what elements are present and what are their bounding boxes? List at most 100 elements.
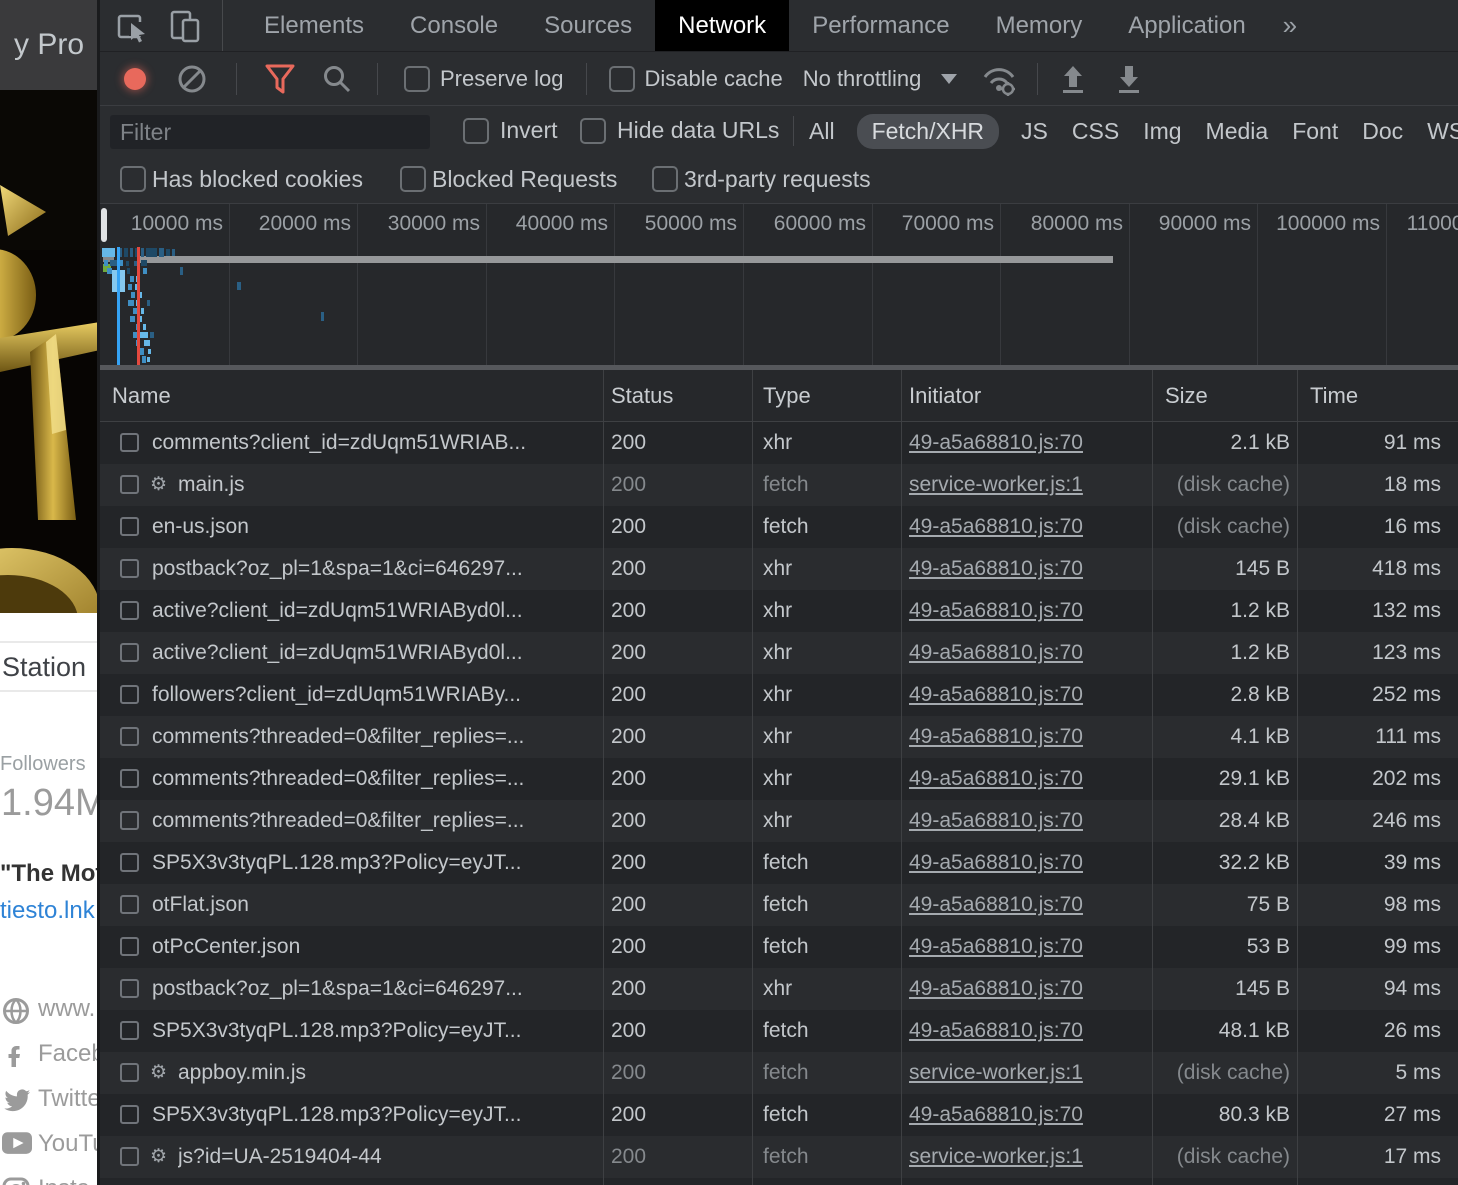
row-checkbox[interactable] bbox=[120, 475, 139, 494]
record-button[interactable] bbox=[124, 68, 146, 90]
invert-checkbox[interactable] bbox=[463, 118, 489, 144]
more-tabs-button[interactable]: » bbox=[1269, 0, 1311, 51]
request-type: fetch bbox=[763, 1094, 809, 1136]
request-name: comments?client_id=zdUqm51WRIAB... bbox=[152, 422, 526, 464]
request-status: 200 bbox=[611, 716, 646, 758]
row-checkbox[interactable] bbox=[120, 895, 139, 914]
row-checkbox[interactable] bbox=[120, 601, 139, 620]
tab-sources[interactable]: Sources bbox=[521, 0, 655, 51]
table-row[interactable]: postback?oz_pl=1&spa=1&ci=646297...200xh… bbox=[100, 548, 1458, 590]
overview-request-bar bbox=[141, 308, 144, 314]
blocked-requests-checkbox[interactable] bbox=[400, 166, 426, 192]
tab-application[interactable]: Application bbox=[1105, 0, 1268, 51]
row-checkbox[interactable] bbox=[120, 559, 139, 578]
column-header-name[interactable]: Name bbox=[112, 370, 171, 422]
column-header-initiator[interactable]: Initiator bbox=[909, 370, 981, 422]
overview-request-bar bbox=[148, 349, 151, 354]
request-time: 111 ms bbox=[1300, 716, 1441, 758]
row-checkbox[interactable] bbox=[120, 433, 139, 452]
overview-tick-label: 30000 ms bbox=[360, 212, 480, 236]
request-status: 200 bbox=[611, 926, 646, 968]
tab-network[interactable]: Network bbox=[655, 0, 789, 51]
filter-type-fetch-xhr[interactable]: Fetch/XHR bbox=[857, 114, 999, 149]
request-time: 17 ms bbox=[1300, 1136, 1441, 1178]
table-row[interactable]: SP5X3v3tyqPL.128.mp3?Policy=eyJT...200fe… bbox=[100, 842, 1458, 884]
import-har-icon[interactable] bbox=[1058, 63, 1088, 95]
disable-cache-checkbox[interactable] bbox=[609, 66, 635, 92]
table-row[interactable]: en-us.json200fetch49-a5a68810.js:70(disk… bbox=[100, 506, 1458, 548]
table-row[interactable]: ⚙main.js200fetchservice-worker.js:1(disk… bbox=[100, 464, 1458, 506]
row-checkbox[interactable] bbox=[120, 979, 139, 998]
tab-performance[interactable]: Performance bbox=[789, 0, 972, 51]
device-toolbar-icon[interactable] bbox=[168, 9, 202, 43]
row-checkbox[interactable] bbox=[120, 643, 139, 662]
clear-icon[interactable] bbox=[176, 63, 208, 95]
filter-type-font[interactable]: Font bbox=[1290, 114, 1340, 149]
throttling-select[interactable]: No throttling bbox=[803, 66, 922, 92]
devtools-panel: ElementsConsoleSourcesNetworkPerformance… bbox=[97, 0, 1458, 1185]
chevron-down-icon[interactable] bbox=[941, 74, 957, 84]
table-row[interactable]: comments?threaded=0&filter_replies=... 20… bbox=[100, 716, 1458, 758]
filter-type-all[interactable]: All bbox=[807, 114, 837, 149]
filter-type-doc[interactable]: Doc bbox=[1360, 114, 1405, 149]
request-name: js?id=UA-2519404-44 bbox=[178, 1136, 382, 1178]
page-station-tab[interactable]: Station bbox=[0, 641, 100, 692]
table-row[interactable]: comments?threaded=0&filter_replies=...20… bbox=[100, 758, 1458, 800]
network-conditions-icon[interactable] bbox=[979, 61, 1019, 97]
column-header-type[interactable]: Type bbox=[763, 370, 811, 422]
table-row[interactable]: SP5X3v3tyqPL.128.mp3?Policy=eyJT...200fe… bbox=[100, 1094, 1458, 1136]
table-row[interactable]: active?client_id=zdUqm51WRIAByd0l...200x… bbox=[100, 632, 1458, 674]
row-checkbox[interactable] bbox=[120, 727, 139, 746]
row-checkbox[interactable] bbox=[120, 853, 139, 872]
filter-type-css[interactable]: CSS bbox=[1070, 114, 1121, 149]
overview-request-bar bbox=[110, 260, 117, 266]
table-row[interactable]: otPcCenter.json200fetch49-a5a68810.js:70… bbox=[100, 926, 1458, 968]
hide-data-urls-checkbox[interactable] bbox=[580, 118, 606, 144]
table-row[interactable]: ⚙appboy.min.js200fetchservice-worker.js:… bbox=[100, 1052, 1458, 1094]
table-row[interactable]: ⚙js?id=UA-2519404-44200fetchservice-work… bbox=[100, 1136, 1458, 1178]
page-bio-link[interactable]: tiesto.lnk bbox=[0, 897, 95, 925]
has-blocked-cookies-checkbox[interactable] bbox=[120, 166, 146, 192]
tab-elements[interactable]: Elements bbox=[241, 0, 387, 51]
preserve-log-checkbox[interactable] bbox=[404, 66, 430, 92]
export-har-icon[interactable] bbox=[1114, 63, 1144, 95]
table-row[interactable]: postback?oz_pl=1&spa=1&ci=646297...200xh… bbox=[100, 968, 1458, 1010]
overview-request-bar bbox=[142, 356, 146, 363]
3rd-party-requests-checkbox[interactable] bbox=[652, 166, 678, 192]
row-checkbox[interactable] bbox=[120, 1147, 139, 1166]
social-label: Twitte bbox=[38, 1085, 101, 1113]
table-row[interactable]: active?client_id=zdUqm51WRIAByd0l...200x… bbox=[100, 590, 1458, 632]
network-overview[interactable]: 10000 ms20000 ms30000 ms40000 ms50000 ms… bbox=[100, 204, 1458, 370]
row-checkbox[interactable] bbox=[120, 1105, 139, 1124]
row-checkbox[interactable] bbox=[120, 685, 139, 704]
overview-drag-handle[interactable] bbox=[101, 208, 107, 242]
search-icon[interactable] bbox=[321, 63, 353, 95]
table-row[interactable]: comments?client_id=zdUqm51WRIAB...200xhr… bbox=[100, 422, 1458, 464]
filter-type-img[interactable]: Img bbox=[1141, 114, 1183, 149]
column-header-size[interactable]: Size bbox=[1165, 370, 1208, 422]
table-row[interactable]: followers?client_id=zdUqm51WRIABy...200x… bbox=[100, 674, 1458, 716]
row-checkbox[interactable] bbox=[120, 1021, 139, 1040]
table-row[interactable]: otFlat.json200fetch49-a5a68810.js:7075 B… bbox=[100, 884, 1458, 926]
table-row[interactable]: SP5X3v3tyqPL.128.mp3?Policy=eyJT...200fe… bbox=[100, 1010, 1458, 1052]
toolbar-divider-4 bbox=[1037, 63, 1038, 95]
row-checkbox[interactable] bbox=[120, 1063, 139, 1082]
request-name: comments?threaded=0&filter_replies=... bbox=[152, 716, 524, 758]
filter-type-media[interactable]: Media bbox=[1204, 114, 1271, 149]
row-checkbox[interactable] bbox=[120, 517, 139, 536]
tab-memory[interactable]: Memory bbox=[973, 0, 1106, 51]
row-checkbox[interactable] bbox=[120, 937, 139, 956]
row-checkbox[interactable] bbox=[120, 811, 139, 830]
column-header-status[interactable]: Status bbox=[611, 370, 673, 422]
filter-type-ws[interactable]: WS bbox=[1425, 114, 1458, 149]
filter-icon[interactable] bbox=[263, 62, 297, 96]
filter-input[interactable] bbox=[110, 115, 430, 149]
row-checkbox[interactable] bbox=[120, 769, 139, 788]
table-row[interactable]: comments?threaded=0&filter_replies=...20… bbox=[100, 800, 1458, 842]
request-name: otPcCenter.json bbox=[152, 926, 300, 968]
filter-type-js[interactable]: JS bbox=[1019, 114, 1050, 149]
column-header-time[interactable]: Time bbox=[1310, 370, 1358, 422]
inspect-element-icon[interactable] bbox=[116, 9, 150, 43]
overview-tick-label: 110000 ms bbox=[1389, 212, 1458, 236]
tab-console[interactable]: Console bbox=[387, 0, 521, 51]
